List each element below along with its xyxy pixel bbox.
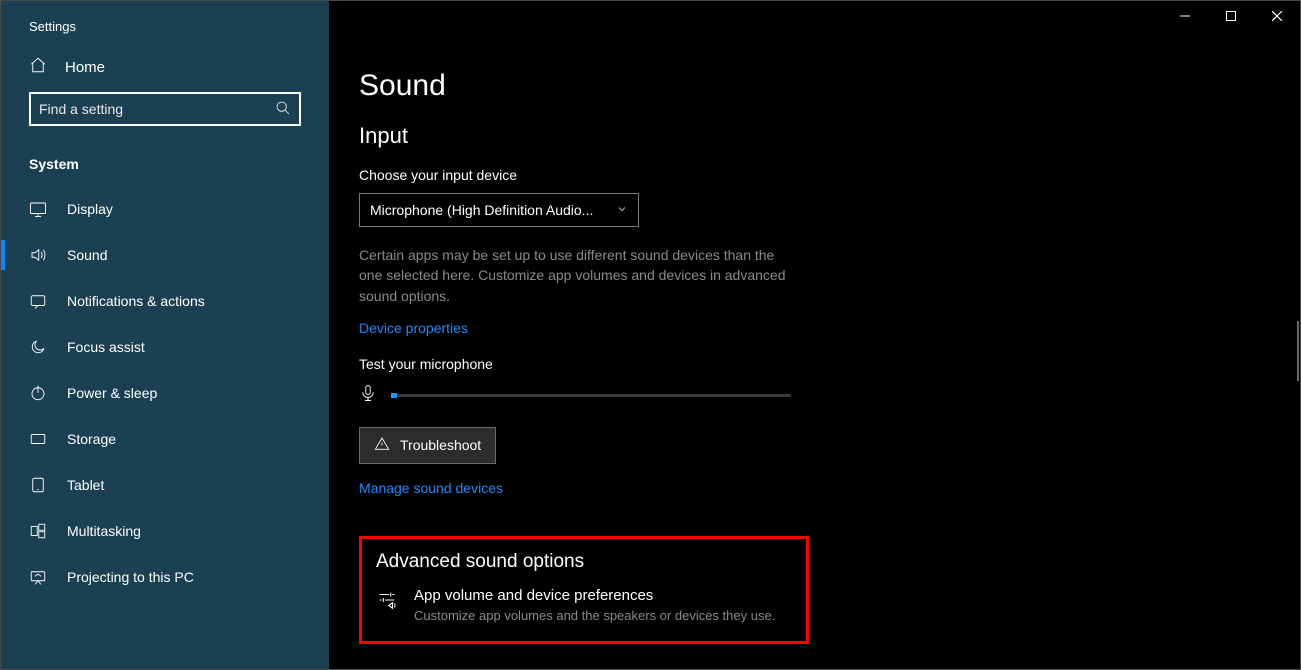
section-heading-input: Input (359, 123, 1119, 149)
sidebar-item-label: Tablet (67, 477, 104, 493)
sidebar-item-label: Multitasking (67, 523, 141, 539)
input-device-value: Microphone (High Definition Audio... (370, 202, 593, 218)
home-button[interactable]: Home (1, 42, 329, 92)
page-title: Sound (359, 69, 1119, 103)
mic-level-meter (391, 394, 791, 397)
input-help-text: Certain apps may be set up to use differ… (359, 245, 799, 306)
sound-icon (29, 246, 47, 264)
moon-icon (29, 338, 47, 356)
sidebar-item-power-sleep[interactable]: Power & sleep (1, 370, 329, 416)
sidebar-item-tablet[interactable]: Tablet (1, 462, 329, 508)
sidebar-item-storage[interactable]: Storage (1, 416, 329, 462)
tablet-icon (29, 476, 47, 494)
chevron-down-icon (616, 202, 628, 218)
warning-icon (374, 436, 390, 455)
advanced-item-desc: Customize app volumes and the speakers o… (414, 608, 775, 623)
troubleshoot-label: Troubleshoot (400, 437, 481, 453)
project-icon (29, 568, 47, 586)
power-icon (29, 384, 47, 402)
sidebar-nav: Display Sound Notifications & actions Fo… (1, 186, 329, 600)
sidebar-item-display[interactable]: Display (1, 186, 329, 232)
home-icon (29, 56, 47, 78)
troubleshoot-button[interactable]: Troubleshoot (359, 427, 496, 464)
sidebar-item-label: Notifications & actions (67, 293, 205, 309)
sidebar-group-label: System (1, 142, 329, 186)
advanced-heading: Advanced sound options (376, 551, 790, 573)
home-label: Home (65, 59, 105, 76)
mic-level-fill (391, 393, 397, 398)
window-controls (1162, 1, 1300, 31)
sidebar-item-multitasking[interactable]: Multitasking (1, 508, 329, 554)
main-content: Sound Input Choose your input device Mic… (329, 1, 1300, 669)
sidebar-item-focus-assist[interactable]: Focus assist (1, 324, 329, 370)
search-input[interactable] (29, 92, 301, 126)
notifications-icon (29, 292, 47, 310)
window-title: Settings (1, 1, 329, 42)
minimize-button[interactable] (1162, 1, 1208, 31)
advanced-highlight-box: Advanced sound options App volume and de… (359, 536, 809, 644)
sidebar-item-label: Sound (67, 247, 107, 263)
maximize-button[interactable] (1208, 1, 1254, 31)
sidebar-item-sound[interactable]: Sound (1, 232, 329, 278)
sidebar-item-label: Storage (67, 431, 116, 447)
input-device-label: Choose your input device (359, 167, 1119, 183)
advanced-item-title: App volume and device preferences (414, 587, 775, 604)
close-button[interactable] (1254, 1, 1300, 31)
sidebar: Settings Home System Display Sound (1, 1, 329, 669)
sidebar-item-projecting[interactable]: Projecting to this PC (1, 554, 329, 600)
multitask-icon (29, 522, 47, 540)
sidebar-item-label: Power & sleep (67, 385, 157, 401)
sidebar-item-notifications[interactable]: Notifications & actions (1, 278, 329, 324)
mic-test-row (359, 382, 1119, 409)
device-properties-link[interactable]: Device properties (359, 320, 468, 336)
app-volume-preferences-button[interactable]: App volume and device preferences Custom… (376, 587, 790, 623)
sidebar-item-label: Focus assist (67, 339, 145, 355)
sidebar-item-label: Display (67, 201, 113, 217)
storage-icon (29, 430, 47, 448)
test-mic-label: Test your microphone (359, 356, 1119, 372)
microphone-icon (359, 382, 377, 409)
input-device-dropdown[interactable]: Microphone (High Definition Audio... (359, 193, 639, 227)
scrollbar[interactable] (1297, 321, 1299, 381)
display-icon (29, 200, 47, 218)
sidebar-item-label: Projecting to this PC (67, 569, 194, 585)
sliders-icon (376, 587, 398, 616)
manage-sound-devices-link[interactable]: Manage sound devices (359, 480, 503, 496)
